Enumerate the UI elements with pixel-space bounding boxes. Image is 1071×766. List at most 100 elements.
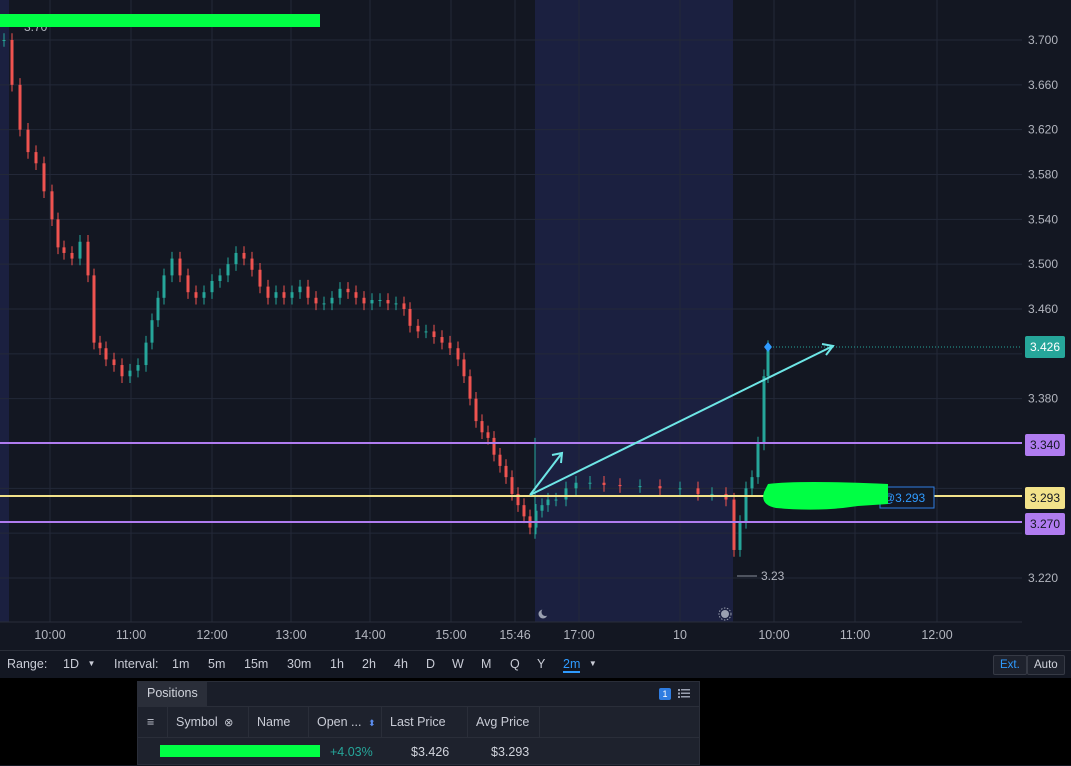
candle-body — [540, 505, 544, 511]
time-tick-label: 12:00 — [921, 628, 952, 642]
candle-body — [756, 443, 760, 478]
interval-quarter[interactable]: Q — [510, 657, 520, 671]
candle-body — [658, 486, 662, 489]
table-row[interactable]: +4.03% $3.426 $3.293 — [138, 738, 699, 766]
candle-body — [234, 252, 238, 265]
low-marker-label: 3.23 — [761, 569, 785, 583]
row-avg-price: $3.293 — [491, 745, 530, 759]
column-avg-price[interactable]: Avg Price — [468, 707, 540, 737]
interval-1h[interactable]: 1h — [330, 657, 344, 671]
candle-body — [402, 303, 406, 309]
positions-count-badge: 1 — [659, 688, 671, 700]
level-high-badge-text: 3.340 — [1030, 438, 1060, 452]
time-tick-label: 15:46 — [499, 628, 530, 642]
candle-body — [202, 292, 206, 298]
interval-active: 2m — [563, 657, 581, 673]
candle-body — [56, 219, 60, 248]
candle-body — [762, 376, 766, 444]
candle-body — [86, 241, 90, 276]
settings-icon[interactable]: ⊗ — [224, 717, 233, 729]
candle-body — [448, 342, 452, 349]
list-icon[interactable] — [677, 686, 691, 700]
candle-body — [170, 258, 174, 276]
interval-30m[interactable]: 30m — [287, 657, 311, 671]
interval-15m[interactable]: 15m — [244, 657, 268, 671]
candle-body — [564, 488, 568, 500]
row-last-price: $3.426 — [411, 745, 450, 759]
interval-select[interactable]: 2m ▼ — [563, 657, 597, 673]
price-tick-label: 3.500 — [1028, 257, 1058, 271]
candle-body — [162, 275, 166, 298]
interval-week[interactable]: W — [452, 657, 464, 671]
auto-scale-button[interactable]: Auto — [1027, 655, 1065, 675]
candle-body — [70, 252, 74, 259]
time-tick-label: 11:00 — [840, 628, 870, 642]
candle-body — [62, 247, 66, 253]
candle-body — [346, 288, 350, 293]
candle-body — [732, 499, 736, 550]
candle-body — [274, 292, 278, 298]
avg-price-badge-text: 3.293 — [1030, 491, 1060, 505]
price-chart[interactable]: 3.23 @3.293 3.70 3.7003.6603.6203.5803.5… — [0, 0, 1071, 650]
interval-day[interactable]: D — [426, 657, 435, 671]
candle-body — [50, 191, 54, 220]
column-last-price[interactable]: Last Price — [382, 707, 468, 737]
candle-body — [696, 488, 700, 494]
candle-body — [416, 325, 420, 332]
candle-body — [306, 286, 310, 298]
candle-body — [250, 258, 254, 270]
column-symbol-label: Symbol — [176, 715, 218, 729]
chart-canvas[interactable]: 3.23 @3.293 3.70 3.7003.6603.6203.5803.5… — [0, 0, 1071, 650]
candle-body — [424, 331, 428, 333]
premarket-shade — [0, 0, 9, 622]
candle-body — [10, 40, 14, 85]
candle-body — [242, 252, 246, 259]
candle-body — [394, 303, 398, 305]
candle-body — [486, 432, 490, 438]
candle-body — [456, 348, 460, 360]
candle-body — [112, 359, 116, 366]
interval-2h[interactable]: 2h — [362, 657, 376, 671]
positions-tab[interactable]: Positions — [138, 682, 207, 706]
candle-body — [18, 84, 22, 130]
interval-year[interactable]: Y — [537, 657, 545, 671]
candle-body — [510, 477, 514, 494]
interval-4h[interactable]: 4h — [394, 657, 408, 671]
redacted-symbol — [160, 745, 320, 757]
range-select[interactable]: 1D ▼ — [63, 657, 95, 671]
candle-body — [78, 241, 82, 259]
candle-body — [104, 348, 108, 360]
candle-body — [26, 129, 30, 153]
candle-body — [362, 297, 366, 304]
interval-month[interactable]: M — [481, 657, 491, 671]
positions-panel: Positions 1 ≡ Symbol ⊗ Name Open ... ⬍ L… — [137, 681, 700, 765]
interval-5m[interactable]: 5m — [208, 657, 225, 671]
column-name[interactable]: Name — [249, 707, 309, 737]
column-symbol[interactable]: Symbol ⊗ — [168, 707, 249, 737]
price-tick-label: 3.380 — [1028, 392, 1058, 406]
candle-body — [554, 499, 558, 501]
candle-body — [42, 163, 46, 192]
caret-down-icon: ▼ — [87, 659, 96, 668]
candle-body — [338, 288, 342, 298]
time-tick-label: 15:00 — [435, 628, 466, 642]
candle-body — [92, 275, 96, 343]
time-tick-label: 13:00 — [275, 628, 306, 642]
order-label: @3.293 — [883, 491, 926, 505]
time-tick-label: 10 — [673, 628, 687, 642]
candle-body — [738, 521, 742, 550]
extended-hours-button[interactable]: Ext. — [993, 655, 1027, 675]
candle-body — [266, 286, 270, 298]
candle-body — [744, 488, 748, 522]
column-open[interactable]: Open ... ⬍ — [309, 707, 382, 737]
interval-1m[interactable]: 1m — [172, 657, 189, 671]
price-tick-label: 3.220 — [1028, 571, 1058, 585]
candle-body — [322, 303, 326, 305]
level-low-badge-text: 3.270 — [1030, 517, 1060, 531]
hamburger-menu-icon[interactable]: ≡ — [138, 707, 168, 737]
candle-body — [522, 505, 526, 517]
current-price-badge-text: 3.426 — [1030, 340, 1060, 354]
candle-body — [546, 499, 550, 506]
price-tick-label: 3.660 — [1028, 78, 1058, 92]
time-tick-label: 10:00 — [758, 628, 789, 642]
